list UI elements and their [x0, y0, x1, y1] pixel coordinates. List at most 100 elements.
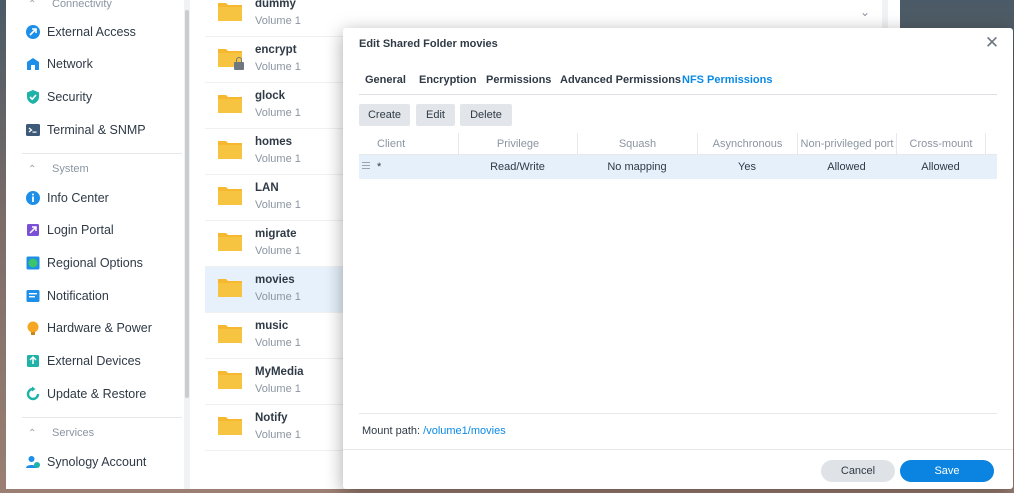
- sidebar-section-label: Services: [52, 427, 95, 439]
- column-header-client[interactable]: Client: [359, 133, 458, 155]
- folder-icon: [218, 279, 242, 297]
- tab-permissions[interactable]: Permissions: [486, 74, 551, 86]
- tab-nfs-permissions[interactable]: NFS Permissions: [682, 74, 772, 86]
- cancel-button[interactable]: Cancel: [821, 460, 895, 482]
- folder-name: glock: [255, 90, 286, 102]
- cell-squash: No mapping: [607, 161, 667, 173]
- folder-icon: [218, 417, 242, 435]
- sidebar-divider: [22, 417, 182, 418]
- sidebar-item-hardware-power[interactable]: Hardware & Power: [6, 313, 184, 343]
- folder-icon: [218, 325, 242, 343]
- login-portal-icon: [27, 224, 39, 236]
- sidebar-item-label: External Access: [47, 25, 136, 39]
- create-button[interactable]: Create: [359, 104, 410, 126]
- folder-volume: Volume 1: [255, 291, 301, 303]
- security-shield-icon: [27, 90, 39, 104]
- dialog-tabs: General Encryption Permissions Advanced …: [359, 66, 997, 95]
- notification-icon: [26, 290, 40, 302]
- column-header-non-privileged-port[interactable]: Non-privileged port: [797, 133, 896, 155]
- sidebar-item-update-restore[interactable]: Update & Restore: [6, 379, 184, 409]
- folder-name: movies: [255, 274, 295, 286]
- column-header-filler: [985, 133, 997, 155]
- sidebar-item-security[interactable]: Security: [6, 82, 184, 112]
- sidebar-item-label: Regional Options: [47, 256, 143, 270]
- sidebar-item-regional-options[interactable]: Regional Options: [6, 248, 184, 278]
- lock-icon: [234, 57, 244, 70]
- folder-volume: Volume 1: [255, 153, 301, 165]
- tab-encryption[interactable]: Encryption: [419, 74, 476, 86]
- column-header-privilege[interactable]: Privilege: [458, 133, 577, 155]
- regional-options-icon: [26, 256, 40, 270]
- cell-client: *: [377, 161, 382, 173]
- chevron-up-icon: ⌃: [28, 163, 37, 175]
- folder-volume: Volume 1: [255, 107, 301, 119]
- sidebar-item-label: Info Center: [47, 191, 109, 205]
- folder-icon: [218, 187, 242, 205]
- sidebar-item-external-devices[interactable]: External Devices: [6, 346, 184, 376]
- cell-cross-mount: Allowed: [921, 161, 960, 173]
- save-button[interactable]: Save: [900, 460, 994, 482]
- sidebar: ⌃ Connectivity External Access Network S…: [6, 0, 184, 489]
- folder-name: encrypt: [255, 44, 297, 56]
- dialog-footer: Cancel Save: [343, 449, 1013, 489]
- update-restore-icon: [26, 386, 40, 401]
- folder-name: homes: [255, 136, 293, 148]
- edit-shared-folder-dialog: Edit Shared Folder movies ✕ General Encr…: [343, 28, 1013, 489]
- mount-path-link[interactable]: /volume1/movies: [423, 425, 506, 437]
- sidebar-item-notification[interactable]: Notification: [6, 281, 184, 311]
- external-access-icon: [26, 25, 40, 39]
- dialog-title: Edit Shared Folder movies: [359, 38, 498, 50]
- folder-volume: Volume 1: [255, 245, 301, 257]
- network-icon: [27, 58, 39, 70]
- mount-path-label: Mount path:: [362, 425, 421, 437]
- tab-advanced-permissions[interactable]: Advanced Permissions: [560, 74, 681, 86]
- synology-account-icon: [26, 456, 40, 468]
- sidebar-section-system[interactable]: ⌃ System: [6, 156, 184, 182]
- close-icon[interactable]: ✕: [984, 34, 1000, 51]
- sidebar-scrollbar[interactable]: [184, 0, 190, 489]
- sidebar-item-login-portal[interactable]: Login Portal: [6, 215, 184, 245]
- folder-volume: Volume 1: [255, 61, 301, 73]
- sidebar-section-label: System: [52, 163, 89, 175]
- table-header: Client Privilege Squash Asynchronous Non…: [359, 133, 997, 155]
- folder-icon: [218, 3, 242, 21]
- sidebar-item-label: Synology Account: [47, 455, 147, 469]
- folder-name: Notify: [255, 412, 288, 424]
- folder-icon: [218, 233, 242, 251]
- chevron-down-icon[interactable]: ⌄: [860, 5, 870, 19]
- sidebar-section-label: Connectivity: [52, 0, 112, 10]
- sidebar-item-external-access[interactable]: External Access: [6, 17, 184, 47]
- sidebar-item-network[interactable]: Network: [6, 49, 184, 79]
- folder-volume: Volume 1: [255, 15, 301, 27]
- column-header-asynchronous[interactable]: Asynchronous: [697, 133, 797, 155]
- table-row[interactable]: * Read/Write No mapping Yes Allowed Allo…: [359, 155, 997, 179]
- external-devices-icon: [27, 355, 39, 367]
- sidebar-item-label: Login Portal: [47, 223, 114, 237]
- column-header-cross-mount[interactable]: Cross-mount: [896, 133, 985, 155]
- sidebar-item-label: Update & Restore: [47, 387, 147, 401]
- tab-general[interactable]: General: [365, 74, 406, 86]
- sidebar-item-synology-account[interactable]: Synology Account: [6, 447, 184, 477]
- sidebar-item-terminal-snmp[interactable]: Terminal & SNMP: [6, 115, 184, 145]
- scrollbar-thumb[interactable]: [185, 10, 189, 398]
- mount-path: Mount path: /volume1/movies: [362, 425, 506, 437]
- folder-icon: [218, 141, 242, 159]
- sidebar-item-label: Network: [47, 57, 93, 71]
- nfs-rules-table: Client Privilege Squash Asynchronous Non…: [359, 133, 997, 414]
- terminal-icon: [26, 124, 40, 136]
- column-header-squash[interactable]: Squash: [577, 133, 697, 155]
- cell-asynchronous: Yes: [738, 161, 756, 173]
- hardware-power-icon: [27, 321, 39, 335]
- delete-button[interactable]: Delete: [460, 104, 512, 126]
- folder-name: music: [255, 320, 289, 332]
- folder-volume: Volume 1: [255, 429, 301, 441]
- sidebar-divider: [22, 153, 182, 154]
- chevron-up-icon: ⌃: [28, 427, 37, 439]
- sidebar-section-connectivity[interactable]: ⌃ Connectivity: [6, 0, 184, 17]
- folder-volume: Volume 1: [255, 383, 301, 395]
- folder-name: dummy: [255, 0, 296, 10]
- sidebar-section-services[interactable]: ⌃ Services: [6, 420, 184, 446]
- edit-button[interactable]: Edit: [416, 104, 455, 126]
- drag-handle-icon[interactable]: [362, 162, 370, 171]
- sidebar-item-info-center[interactable]: Info Center: [6, 183, 184, 213]
